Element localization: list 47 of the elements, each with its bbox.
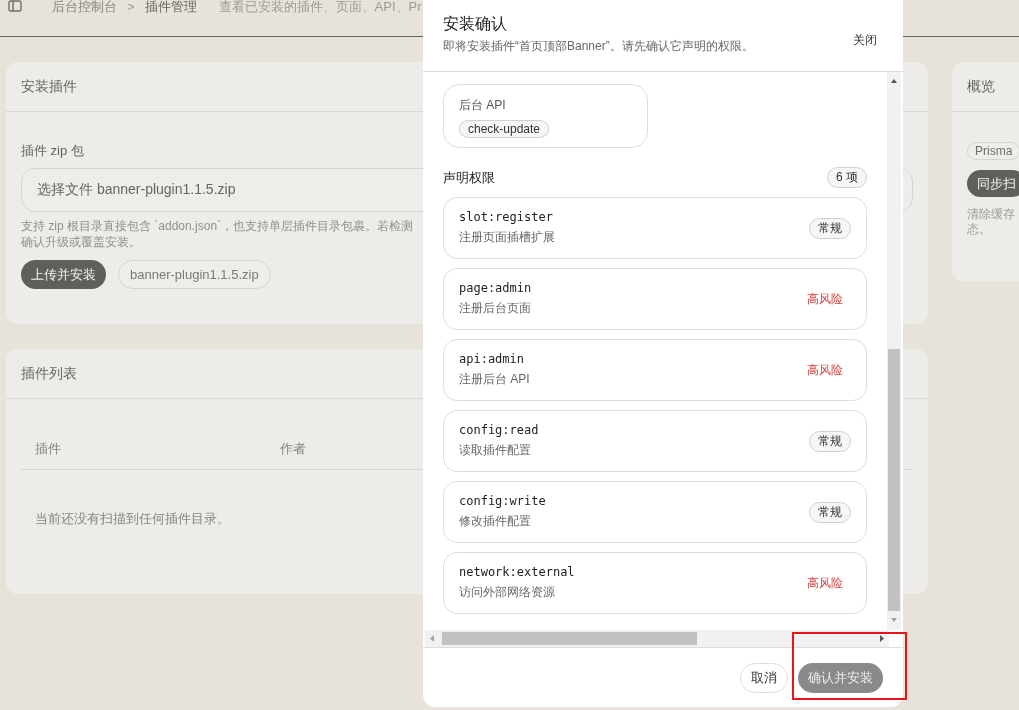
permission-description: 注册后台页面 (459, 300, 532, 317)
note-text: 态。 (967, 222, 991, 237)
close-button[interactable]: 关闭 (853, 30, 877, 50)
permission-description: 访问外部网络资源 (459, 584, 556, 601)
card-title: 概览 (967, 77, 995, 96)
permission-code: api:admin (459, 352, 526, 366)
risk-tag: 常规 (809, 501, 851, 523)
column-header: 作者 (280, 440, 306, 458)
permission-code: config:write (459, 494, 546, 508)
api-chip: check-update (459, 120, 550, 138)
permission-code: page:admin (459, 281, 532, 295)
risk-tag: 常规 (809, 430, 851, 452)
breadcrumb-current: 插件管理 (144, 0, 197, 14)
help-text: 支持 zip 根目录直接包含 `addon.json`，也支持单层插件目录包裹。若检测 (21, 218, 414, 234)
column-header: 插件 (35, 440, 62, 458)
empty-message: 当前还没有扫描到任何插件目录。 (35, 510, 230, 528)
vertical-scrollbar[interactable] (887, 72, 901, 630)
card-title: 插件列表 (21, 364, 77, 383)
breadcrumb-separator: > (127, 0, 135, 14)
count-badge: 6 项 (827, 167, 867, 188)
upload-button[interactable]: 上传并安装 (21, 260, 106, 289)
permission-description: 修改插件配置 (459, 513, 532, 530)
help-text: 确认升级或覆盖安装。 (21, 234, 141, 250)
api-label: 后台 API (459, 97, 507, 114)
note-text: 清除缓存 (967, 207, 1015, 222)
permission-description: 注册页面插槽扩展 (459, 229, 555, 246)
permission-code: network:external (459, 565, 575, 579)
sync-button[interactable]: 同步扫 (967, 170, 1019, 197)
risk-tag: 高风险 (807, 290, 843, 308)
permission-description: 注册后台 API (459, 371, 530, 388)
sidebar-toggle-icon[interactable] (8, 0, 22, 12)
permission-description: 读取插件配置 (459, 442, 532, 459)
horizontal-scrollbar[interactable] (425, 630, 889, 647)
permission-code: config:read (459, 423, 539, 437)
dialog-subtitle: 即将安装插件“首页顶部Banner”。请先确认它声明的权限。 (443, 38, 754, 55)
file-chip: banner-plugin1.1.5.zip (118, 260, 271, 289)
page-description: 查看已安装的插件、页面、API、Pr (218, 0, 422, 14)
dialog-title: 安装确认 (443, 14, 507, 34)
version-chip: Prisma (967, 142, 1019, 160)
risk-tag: 高风险 (807, 361, 843, 379)
cancel-button[interactable]: 取消 (740, 662, 788, 693)
risk-tag: 常规 (809, 217, 851, 239)
section-title: 声明权限 (443, 168, 495, 187)
permission-code: slot:register (459, 210, 554, 224)
risk-tag: 高风险 (807, 574, 843, 592)
field-label: 插件 zip 包 (21, 142, 84, 160)
card-title: 安装插件 (21, 77, 77, 96)
